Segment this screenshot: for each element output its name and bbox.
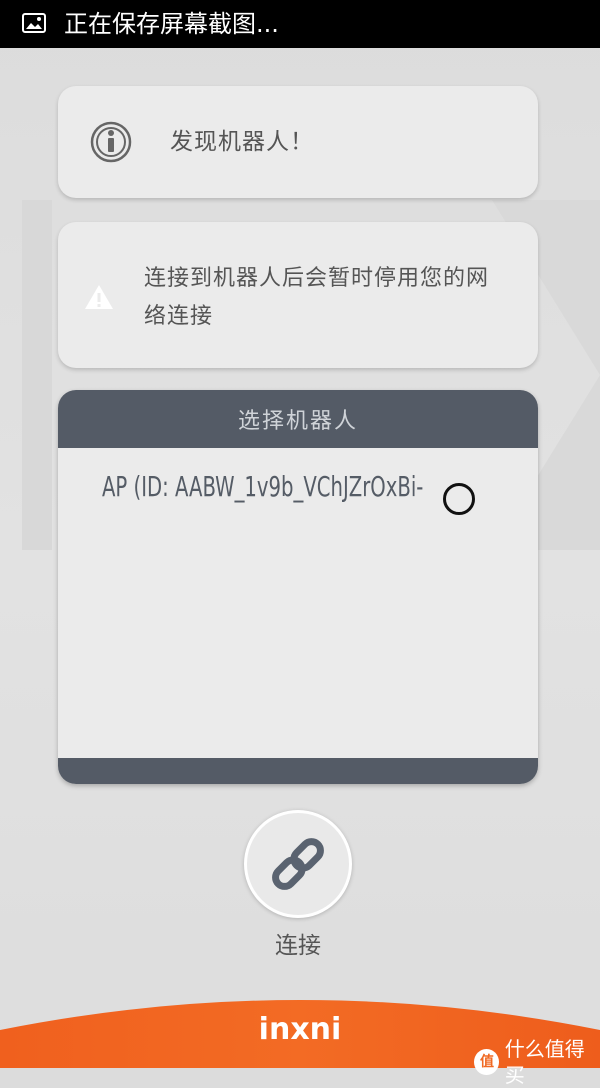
- robot-list-item[interactable]: AP (ID: AABW_1v9b_VChJZrOxBi-: [58, 448, 538, 568]
- info-icon: [90, 121, 132, 163]
- connect-button[interactable]: [244, 810, 352, 918]
- screenshot-icon: [22, 13, 46, 33]
- source-text: 什么值得买: [504, 1037, 585, 1087]
- robot-found-notice: 发现机器人！: [58, 86, 538, 198]
- link-icon: [272, 838, 324, 890]
- network-warning-notice: 连接到机器人后会暂时停用您的网络连接: [58, 222, 538, 368]
- connect-label: 连接: [275, 933, 321, 959]
- robot-select-radio[interactable]: [443, 483, 475, 515]
- robot-selection-panel: 选择机器人 AP (ID: AABW_1v9b_VChJZrOxBi-: [58, 390, 538, 784]
- source-watermark: 值 什么值得买: [474, 1036, 600, 1088]
- status-bar: 正在保存屏幕截图...: [0, 0, 600, 48]
- robot-panel-footer: [58, 758, 538, 784]
- robot-name: AP (ID: AABW_1v9b_VChJZrOxBi-: [102, 470, 424, 503]
- network-warning-text: 连接到机器人后会暂时停用您的网络连接: [144, 266, 490, 329]
- warning-icon: [85, 285, 113, 309]
- status-text: 正在保存屏幕截图...: [64, 10, 279, 38]
- robot-found-text: 发现机器人！: [170, 129, 314, 155]
- source-logo-icon: 值: [474, 1049, 499, 1075]
- robot-panel-title: 选择机器人: [58, 390, 538, 448]
